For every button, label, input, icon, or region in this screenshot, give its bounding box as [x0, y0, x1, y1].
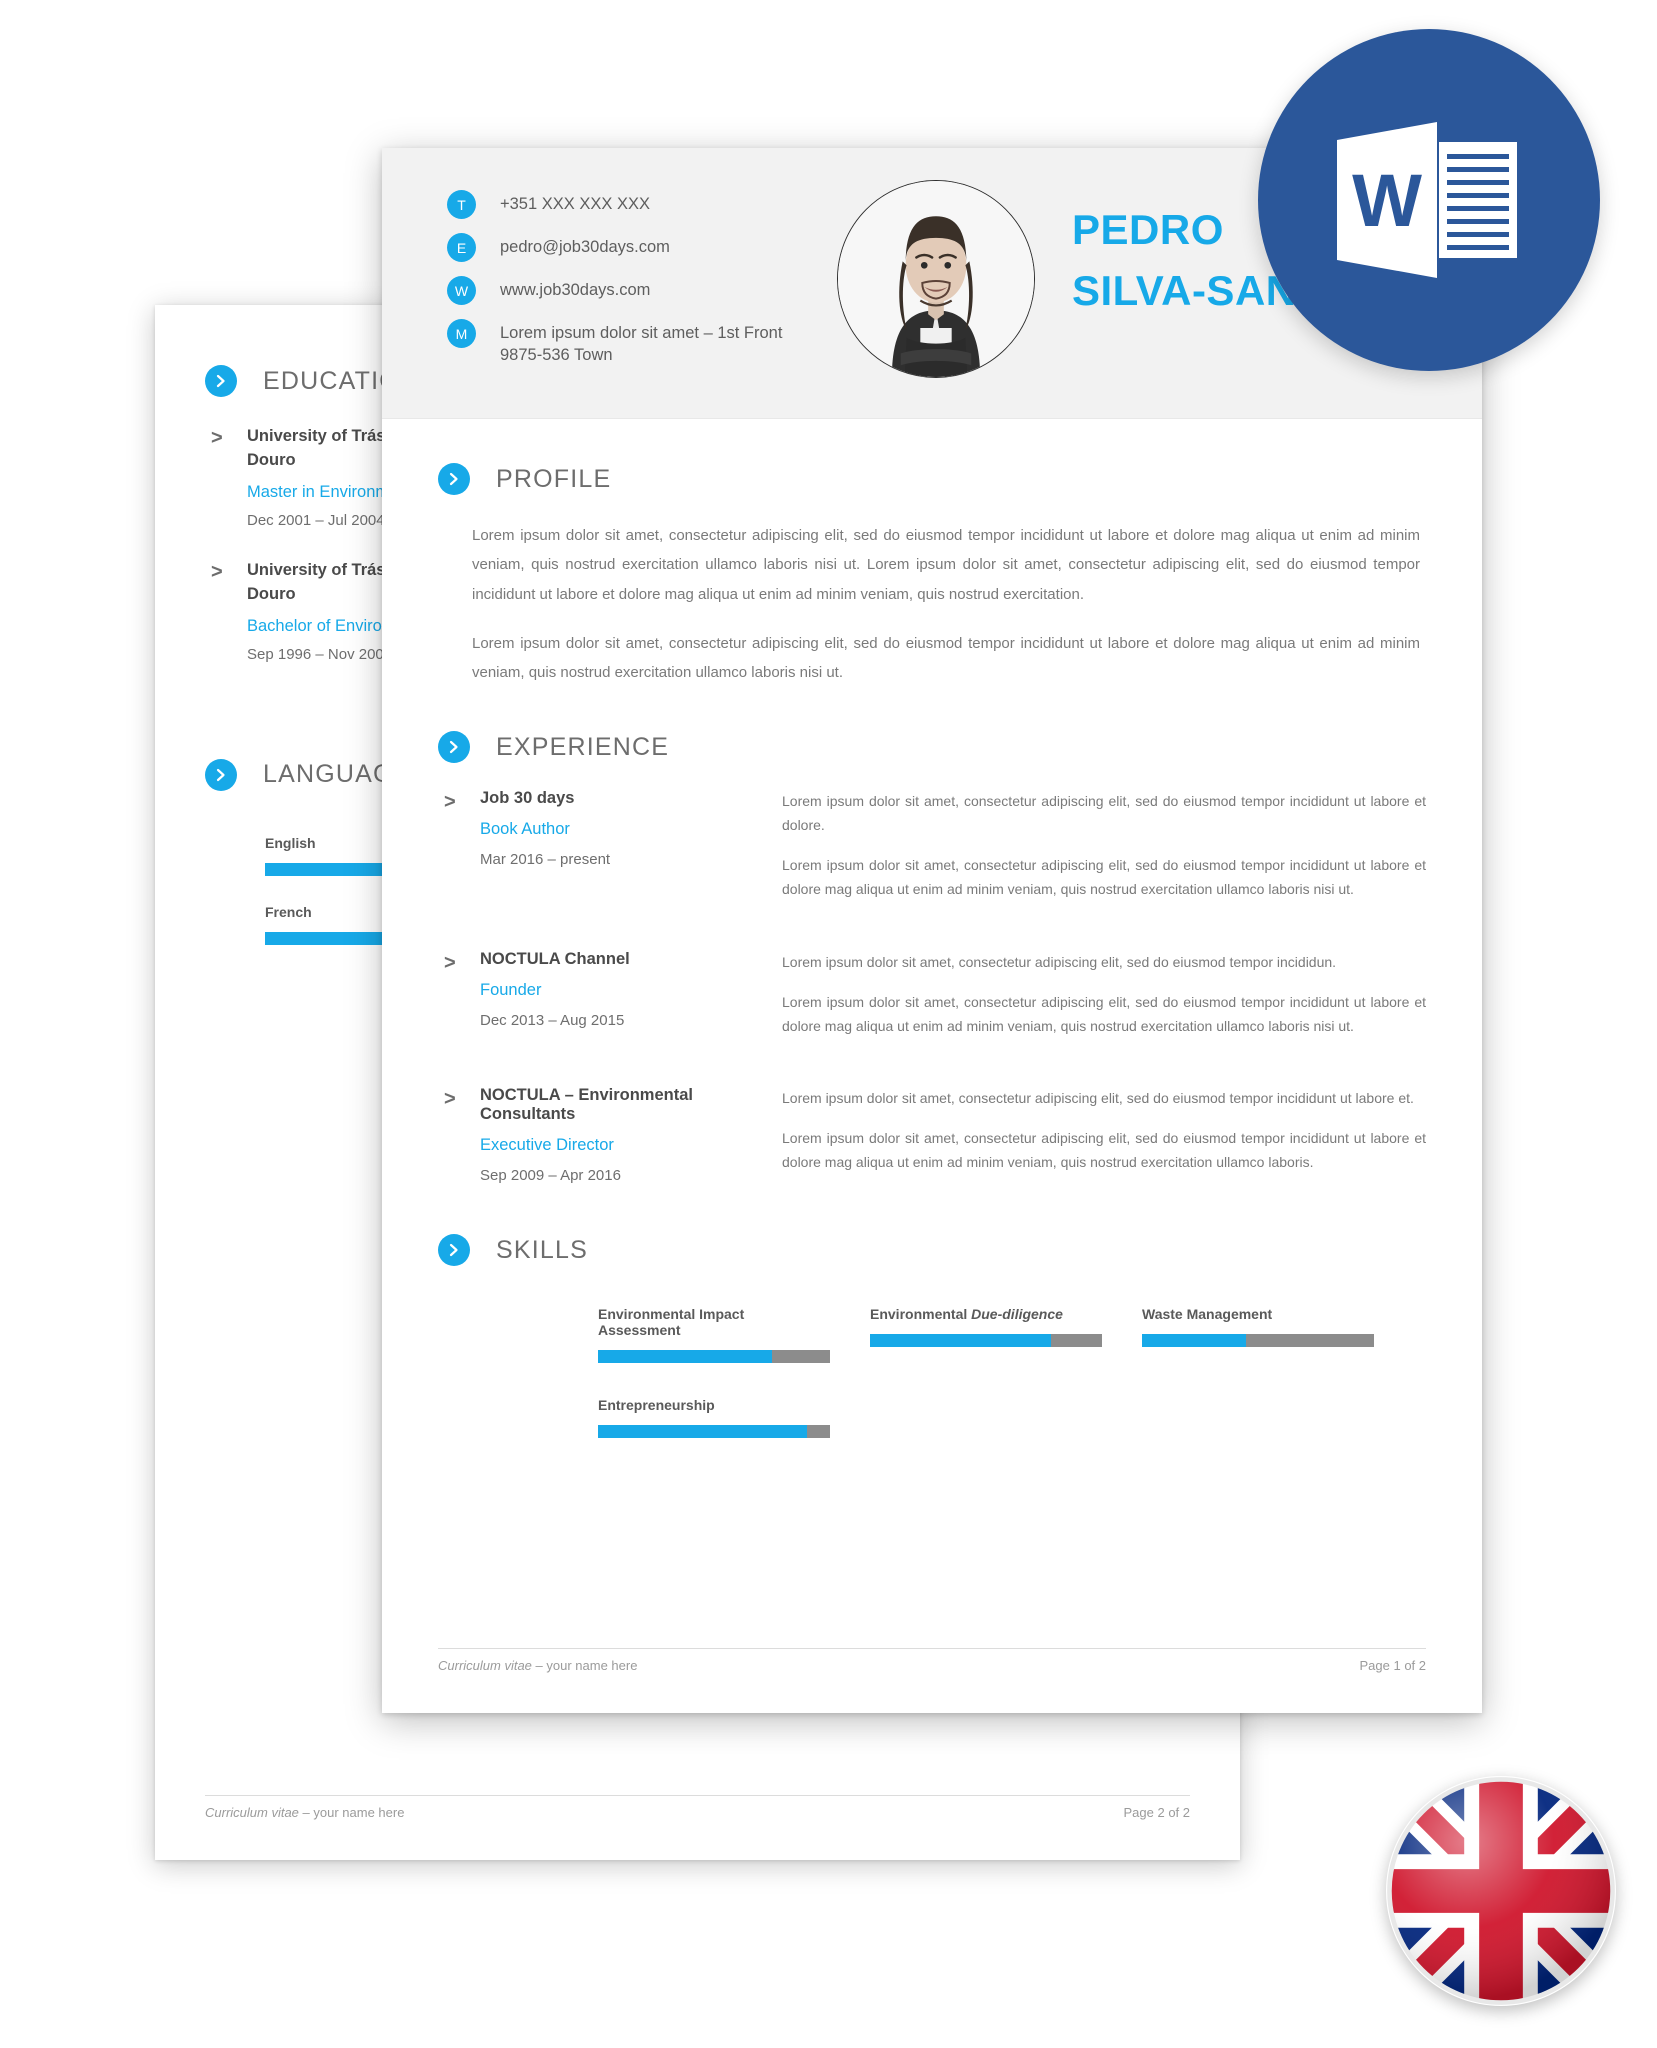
chevron-right-icon: > — [211, 560, 223, 583]
contact-list: T +351 XXX XXX XXX E pedro@job30days.com… — [447, 190, 782, 381]
page-1-footer: Curriculum vitae – your name here Page 1… — [438, 1648, 1426, 1673]
skills-section-title: SKILLS — [496, 1235, 588, 1264]
chevron-right-circle-icon — [205, 365, 237, 397]
profile-section-header: PROFILE — [438, 463, 1426, 495]
skill-level-bar — [870, 1334, 1102, 1348]
footer-name-placeholder: – your name here — [531, 1658, 638, 1673]
footer-page-number: Page 2 of 2 — [1123, 1805, 1191, 1820]
contact-address-value: Lorem ipsum dolor sit amet – 1st Front 9… — [500, 324, 783, 364]
skill-level-bar — [598, 1425, 830, 1439]
skill-level-bar — [598, 1350, 830, 1364]
experience-description-paragraph: Lorem ipsum dolor sit amet, consectetur … — [782, 857, 1426, 898]
experience-item: > NOCTULA Channel Founder Dec 2013 – Aug… — [438, 950, 1426, 1054]
experience-section-title: EXPERIENCE — [496, 732, 670, 761]
experience-dates: Sep 2009 – Apr 2016 — [480, 1166, 621, 1184]
experience-role: Book Author — [480, 820, 570, 839]
cv-page-1[interactable]: T +351 XXX XXX XXX E pedro@job30days.com… — [382, 148, 1482, 1713]
experience-dates: Dec 2013 – Aug 2015 — [480, 1011, 625, 1029]
skills-grid: Environmental Impact Assessment Environm… — [438, 1292, 1426, 1472]
footer-doc-label: Curriculum vitae — [438, 1658, 532, 1673]
chevron-right-circle-icon — [205, 758, 237, 791]
skill-label-plain: Environmental Impact Assessment — [598, 1306, 745, 1339]
experience-description-paragraph: Lorem ipsum dolor sit amet, consectetur … — [782, 953, 1337, 970]
skills-section: SKILLS Environmental Impact Assessment E… — [438, 1234, 1426, 1472]
footer-left-text: Curriculum vitae – your name here — [205, 1805, 404, 1820]
experience-description-paragraph: Lorem ipsum dolor sit amet, consectetur … — [782, 1089, 1414, 1106]
telephone-badge-icon: T — [447, 190, 476, 219]
experience-description-paragraph: Lorem ipsum dolor sit amet, consectetur … — [782, 1129, 1426, 1170]
contact-website-value[interactable]: www.job30days.com — [500, 276, 650, 302]
experience-item-description: Lorem ipsum dolor sit amet, consectetur … — [770, 950, 1426, 1054]
contact-row-phone: T +351 XXX XXX XXX — [447, 190, 782, 219]
skill-item: Entrepreneurship — [598, 1397, 830, 1439]
experience-organization: NOCTULA Channel — [480, 949, 630, 968]
experience-role: Executive Director — [480, 1135, 614, 1154]
experience-section: EXPERIENCE > Job 30 days Book Author Mar… — [438, 731, 1426, 1190]
skill-label-plain: Environmental — [870, 1306, 972, 1323]
profile-section-title: PROFILE — [496, 464, 612, 493]
chevron-right-icon: > — [444, 951, 456, 974]
chevron-right-icon: > — [444, 791, 456, 814]
contact-row-website: W www.job30days.com — [447, 276, 782, 305]
experience-item-description: Lorem ipsum dolor sit amet, consectetur … — [770, 1086, 1426, 1190]
skill-item: Environmental Impact Assessment — [598, 1306, 830, 1364]
page-2-footer: Curriculum vitae – your name here Page 2… — [205, 1795, 1190, 1820]
skill-level-fill — [598, 1350, 772, 1364]
chevron-right-icon: > — [444, 1087, 456, 1110]
experience-section-header: EXPERIENCE — [438, 731, 1426, 764]
profile-paragraph: Lorem ipsum dolor sit amet, consectetur … — [472, 634, 1420, 681]
experience-description-paragraph: Lorem ipsum dolor sit amet, consectetur … — [782, 793, 1426, 834]
experience-item: > NOCTULA – Environmental Consultants Ex… — [438, 1086, 1426, 1190]
experience-description-paragraph: Lorem ipsum dolor sit amet, consectetur … — [782, 993, 1426, 1034]
cv-body: PROFILE Lorem ipsum dolor sit amet, cons… — [382, 463, 1482, 1472]
profile-section: PROFILE Lorem ipsum dolor sit amet, cons… — [438, 463, 1426, 687]
mail-address-badge-icon: M — [447, 319, 476, 348]
chevron-right-circle-icon — [438, 731, 470, 764]
email-badge-icon: E — [447, 233, 476, 262]
skills-section-header: SKILLS — [438, 1234, 1426, 1267]
experience-organization: Job 30 days — [480, 789, 575, 808]
contact-phone-value: +351 XXX XXX XXX — [500, 195, 650, 213]
experience-organization: NOCTULA – Environmental Consultants — [480, 1085, 693, 1123]
chevron-right-icon: > — [211, 427, 223, 449]
skill-level-fill — [870, 1334, 1051, 1348]
experience-item-meta: NOCTULA – Environmental Consultants Exec… — [480, 1086, 770, 1190]
chevron-right-circle-icon — [438, 1234, 470, 1267]
experience-item-meta: Job 30 days Book Author Mar 2016 – prese… — [480, 789, 770, 917]
skill-item: Environmental Due-diligence — [870, 1306, 1102, 1363]
skill-label-plain: Waste Management — [1142, 1306, 1273, 1323]
footer-left-text: Curriculum vitae – your name here — [438, 1658, 637, 1673]
skill-item: Waste Management — [1142, 1306, 1374, 1363]
footer-page-number: Page 1 of 2 — [1359, 1658, 1427, 1673]
chevron-right-circle-icon — [438, 463, 470, 495]
avatar — [837, 180, 1035, 378]
microsoft-word-icon[interactable]: W — [1258, 29, 1600, 371]
skill-level-bar — [1142, 1334, 1374, 1348]
skill-level-fill — [1142, 1334, 1247, 1348]
footer-name-placeholder: – your name here — [298, 1805, 405, 1820]
skill-level-fill — [598, 1425, 807, 1439]
experience-item: > Job 30 days Book Author Mar 2016 – pre… — [438, 789, 1426, 917]
experience-item-meta: NOCTULA Channel Founder Dec 2013 – Aug 2… — [480, 950, 770, 1054]
experience-item-description: Lorem ipsum dolor sit amet, consectetur … — [770, 789, 1426, 917]
skill-label: Waste Management — [1142, 1306, 1374, 1322]
skill-label: Entrepreneurship — [598, 1397, 830, 1413]
experience-dates: Mar 2016 – present — [480, 851, 611, 869]
contact-email-value[interactable]: pedro@job30days.com — [500, 233, 670, 259]
word-letter-glyph: W — [1352, 159, 1422, 242]
contact-row-address: M Lorem ipsum dolor sit amet – 1st Front… — [447, 319, 782, 367]
website-badge-icon: W — [447, 276, 476, 305]
skill-label-emphasis: Due-diligence — [971, 1306, 1063, 1323]
skill-label: Environmental Impact Assessment — [598, 1306, 830, 1338]
skill-label: Environmental Due-diligence — [870, 1306, 1102, 1322]
experience-role: Founder — [480, 980, 542, 999]
skill-label-plain: Entrepreneurship — [598, 1397, 715, 1414]
profile-paragraph: Lorem ipsum dolor sit amet, consectetur … — [472, 527, 1420, 603]
contact-row-email: E pedro@job30days.com — [447, 233, 782, 262]
footer-doc-label: Curriculum vitae — [205, 1805, 299, 1820]
united-kingdom-flag-icon[interactable] — [1386, 1776, 1616, 2006]
